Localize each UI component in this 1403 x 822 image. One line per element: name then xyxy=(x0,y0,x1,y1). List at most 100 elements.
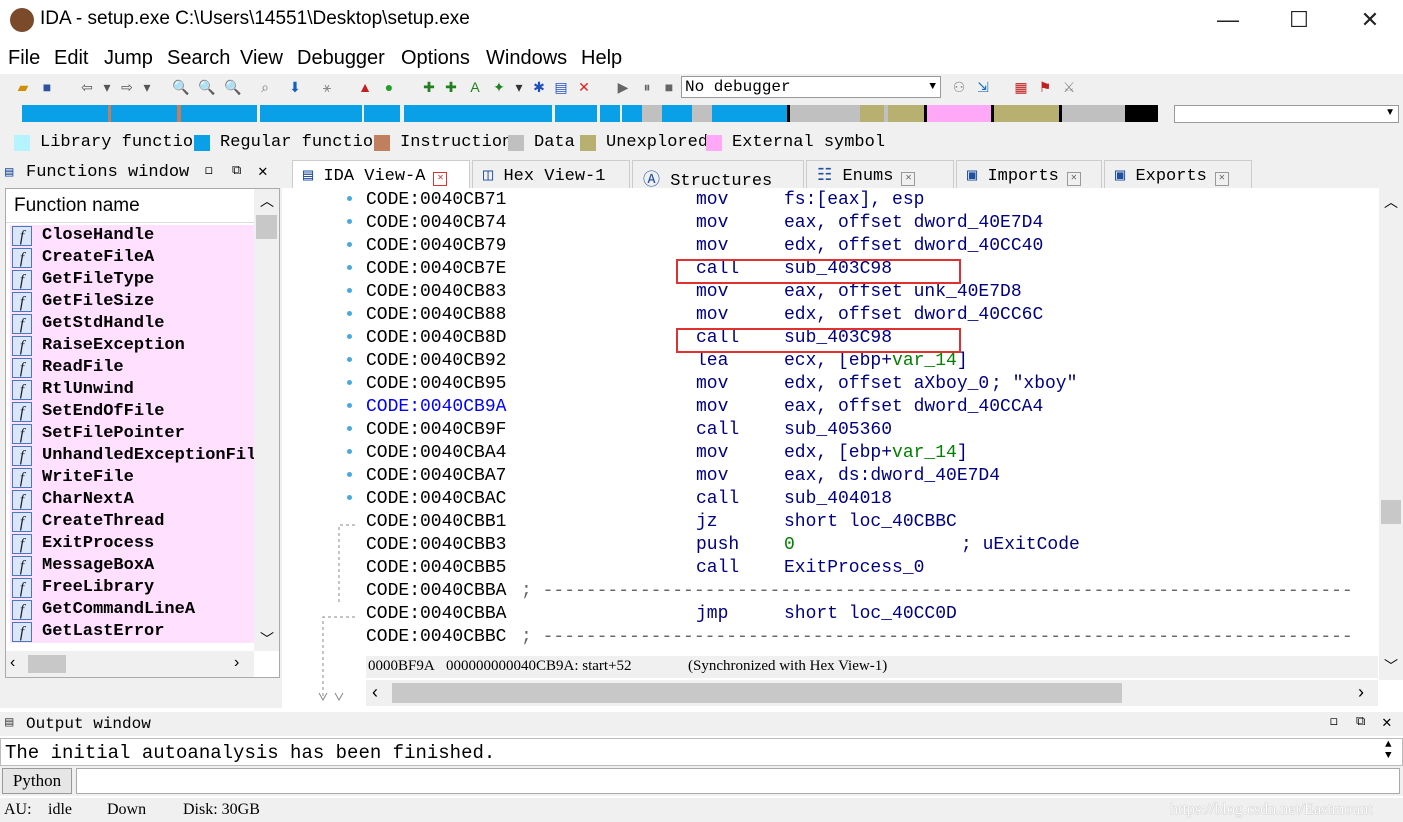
menu-windows[interactable]: Windows xyxy=(486,47,567,70)
pause-icon[interactable]: ⏸ xyxy=(638,78,656,96)
ida-view-hscroll[interactable]: ‹ › xyxy=(366,680,1378,706)
breakpoint-dot[interactable] xyxy=(347,495,352,500)
functions-vscroll[interactable]: ︿ ﹀ xyxy=(254,189,279,651)
menu-options[interactable]: Options xyxy=(401,47,470,70)
disasm-line[interactable]: CODE:0040CBB5 call ExitProcess_0 xyxy=(366,558,1376,581)
ida-view-hscroll-thumb[interactable] xyxy=(392,683,1122,703)
trace-clear-icon[interactable]: ⚔ xyxy=(1060,78,1078,96)
output-window-text[interactable]: The initial autoanalysis has been finish… xyxy=(0,738,1403,766)
breakpoints-icon[interactable]: ▦ xyxy=(1012,78,1030,96)
breakpoint-dot[interactable] xyxy=(347,449,352,454)
tab-enums[interactable]: ☷ Enums ✕ xyxy=(806,160,954,188)
chevron-up-icon[interactable]: ︿ xyxy=(1384,192,1398,212)
function-item[interactable]: f GetStdHandle xyxy=(10,313,254,335)
float-icon[interactable]: ⧉ xyxy=(232,163,241,178)
chevron-left-icon[interactable]: ‹ xyxy=(372,682,378,703)
search-next-icon[interactable]: ⌕ xyxy=(256,78,274,96)
function-item[interactable]: f CreateFileA xyxy=(10,247,254,269)
close-icon[interactable]: ✕ xyxy=(1214,172,1229,186)
output-scroll-icon[interactable]: ▲ ▼ xyxy=(1385,740,1392,762)
disasm-line[interactable]: CODE:0040CBAC call sub_404018 xyxy=(366,489,1376,512)
breakpoint-dot[interactable] xyxy=(347,242,352,247)
functions-hscroll-thumb[interactable] xyxy=(28,655,66,673)
chevron-right-icon[interactable]: › xyxy=(234,654,239,672)
function-item[interactable]: f GetFileType xyxy=(10,269,254,291)
search-immediate-icon[interactable]: 🔍 xyxy=(224,78,242,96)
disasm-line[interactable]: CODE:0040CBBA ; -------------------------… xyxy=(366,581,1376,604)
function-item[interactable]: f CloseHandle xyxy=(10,225,254,247)
menu-jump[interactable]: Jump xyxy=(104,47,153,70)
python-button[interactable]: Python xyxy=(2,768,72,794)
disasm-line[interactable]: CODE:0040CBBC ; -------------------------… xyxy=(366,627,1376,650)
function-item[interactable]: f UnhandledExceptionFil xyxy=(10,445,256,467)
function-name-column-header[interactable]: Function name xyxy=(14,195,140,217)
tab-hex-view[interactable]: ◫ Hex View-1✕ xyxy=(472,160,630,205)
graph-icon[interactable]: ▲ xyxy=(356,78,374,96)
save-icon[interactable]: ■ xyxy=(38,78,56,96)
struct-icon[interactable]: ✦ xyxy=(490,78,508,96)
restore-icon[interactable]: ◻ xyxy=(205,163,213,178)
patch-icon[interactable]: ✱ xyxy=(530,78,548,96)
create-function-icon[interactable]: ✚ xyxy=(420,78,438,96)
function-item[interactable]: f RaiseException xyxy=(10,335,254,357)
breakpoint-dot[interactable] xyxy=(347,380,352,385)
disasm-line[interactable]: CODE:0040CB95 mov edx, offset aXboy_0; "xb… xyxy=(366,374,1376,397)
struct-dropdown-icon[interactable]: ▾ xyxy=(510,78,528,96)
menu-view[interactable]: View xyxy=(240,47,283,70)
function-item[interactable]: f GetLastError xyxy=(10,621,254,643)
disasm-line[interactable]: CODE:0040CB92 lea ecx, [ebp+var_14] xyxy=(366,351,1376,374)
function-item[interactable]: f CharNextA xyxy=(10,489,254,511)
tab-ida-view-a[interactable]: ▤ IDA View-A ✕ xyxy=(292,160,470,188)
function-item[interactable]: f SetFilePointer xyxy=(10,423,254,445)
disasm-line[interactable]: CODE:0040CB9A mov eax, offset dword_40CCA4 xyxy=(366,397,1376,420)
function-item[interactable]: f SetEndOfFile xyxy=(10,401,254,423)
search-text-icon[interactable]: 🔍 xyxy=(172,78,190,96)
close-icon[interactable]: ✕ xyxy=(1382,712,1392,732)
function-item[interactable]: f MessageBoxA xyxy=(10,555,254,577)
function-item[interactable]: f ExitProcess xyxy=(10,533,254,555)
function-item[interactable]: f WriteFile xyxy=(10,467,254,489)
function-item[interactable]: f FreeLibrary xyxy=(10,577,254,599)
function-item[interactable]: f ReadFile xyxy=(10,357,254,379)
breakpoint-dot[interactable] xyxy=(347,219,352,224)
disasm-line[interactable]: CODE:0040CB79 mov edx, offset dword_40CC40 xyxy=(366,236,1376,259)
breakpoint-dot[interactable] xyxy=(347,357,352,362)
float-icon[interactable]: ⧉ xyxy=(1356,714,1365,729)
minimize-button[interactable]: — xyxy=(1205,4,1251,36)
chevron-left-icon[interactable]: ‹ xyxy=(10,654,15,672)
ida-view-vscroll-thumb[interactable] xyxy=(1381,500,1401,524)
function-item[interactable]: f RtlUnwind xyxy=(10,379,254,401)
breakpoint-dot[interactable] xyxy=(347,472,352,477)
tab-imports[interactable]: ▣ Imports ✕ xyxy=(956,160,1102,188)
breakpoint-dot[interactable] xyxy=(347,403,352,408)
functions-vscroll-thumb[interactable] xyxy=(256,215,277,239)
forward-dropdown-icon[interactable]: ▾ xyxy=(138,78,156,96)
disasm-line[interactable]: CODE:0040CB74 mov eax, offset dword_40E7D4 xyxy=(366,213,1376,236)
menu-search[interactable]: Search xyxy=(167,47,230,70)
attach-icon[interactable]: ⚇ xyxy=(950,78,968,96)
menu-file[interactable]: File xyxy=(8,47,40,70)
segment-icon[interactable]: ▤ xyxy=(552,78,570,96)
jump-down-icon[interactable]: ⬇ xyxy=(286,78,304,96)
calc-icon[interactable]: ⚹ xyxy=(318,78,336,96)
back-icon[interactable]: ⇦ xyxy=(78,78,96,96)
command-input[interactable] xyxy=(76,768,1400,794)
segment-select[interactable]: ▼ xyxy=(1174,105,1399,123)
chevron-down-icon[interactable]: ﹀ xyxy=(1384,656,1398,676)
breakpoint-dot[interactable] xyxy=(347,196,352,201)
breakpoint-dot[interactable] xyxy=(347,265,352,270)
disasm-line[interactable]: CODE:0040CB88 mov edx, offset dword_40CC6C xyxy=(366,305,1376,328)
run-icon[interactable]: ▶ xyxy=(614,78,632,96)
menu-help[interactable]: Help xyxy=(581,47,622,70)
disasm-line[interactable]: CODE:0040CB83 mov eax, offset unk_40E7D8 xyxy=(366,282,1376,305)
close-icon[interactable]: ✕ xyxy=(1066,172,1081,186)
disasm-line[interactable]: CODE:0040CBA4 mov edx, [ebp+var_14] xyxy=(366,443,1376,466)
stop-icon[interactable]: ■ xyxy=(660,78,678,96)
restore-icon[interactable]: ◻ xyxy=(1330,714,1338,729)
breakpoint-dot[interactable] xyxy=(347,311,352,316)
disasm-line[interactable]: CODE:0040CB71 mov fs:[eax], esp xyxy=(366,190,1376,213)
close-icon[interactable]: ✕ xyxy=(433,172,448,186)
disasm-line[interactable]: CODE:0040CBBA jmp short loc_40CC0D xyxy=(366,604,1376,627)
breakpoint-dot[interactable] xyxy=(347,334,352,339)
disasm-line[interactable]: CODE:0040CBB1 jz short loc_40CBBC xyxy=(366,512,1376,535)
